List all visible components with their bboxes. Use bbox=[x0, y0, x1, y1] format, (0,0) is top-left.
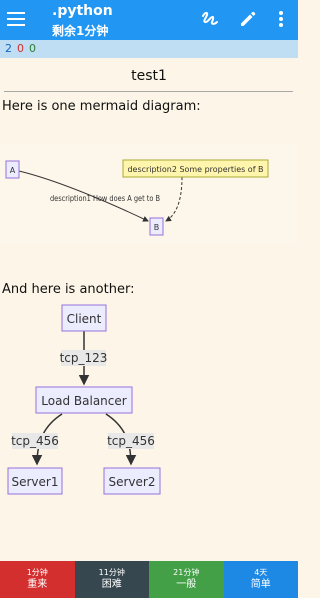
load-balancer-label: Load Balancer bbox=[41, 394, 126, 408]
app-bar: .python 剩余1分钟 bbox=[0, 0, 298, 40]
menu-icon[interactable] bbox=[7, 11, 25, 27]
network-diagram: Client tcp_123 Load Balancer tcp_456 tcp… bbox=[0, 300, 298, 500]
again-label: 重来 bbox=[27, 579, 48, 590]
edge-label-top: tcp_123 bbox=[60, 351, 108, 365]
good-label: 一般 bbox=[176, 579, 197, 590]
hard-button[interactable]: 11分钟 困难 bbox=[74, 561, 149, 598]
answer-bar: 1分钟 重来 11分钟 困难 21分钟 一般 4天 简单 bbox=[0, 561, 298, 598]
edge-label: description1 How does A get to B bbox=[50, 194, 160, 203]
client-label: Client bbox=[67, 312, 102, 326]
edge-label-right: tcp_456 bbox=[107, 434, 155, 448]
edge-label-left: tcp_456 bbox=[11, 434, 59, 448]
learning-count: 0 bbox=[17, 42, 24, 55]
again-interval: 1分钟 bbox=[26, 568, 48, 577]
server2-label: Server2 bbox=[109, 475, 156, 489]
intro-text: Here is one mermaid diagram: bbox=[2, 99, 201, 114]
easy-label: 简单 bbox=[250, 579, 271, 590]
easy-button[interactable]: 4天 简单 bbox=[223, 561, 298, 598]
whiteboard-icon[interactable] bbox=[200, 9, 220, 29]
sequence-diagram: A B description2 Some properties of B de… bbox=[0, 143, 298, 243]
node-a-label: A bbox=[10, 166, 16, 175]
card-counts: 200 bbox=[0, 40, 298, 58]
card-title: test1 bbox=[131, 68, 167, 84]
good-interval: 21分钟 bbox=[173, 568, 200, 577]
deck-name: .python bbox=[52, 3, 113, 19]
second-text: And here is another: bbox=[2, 282, 135, 297]
good-button[interactable]: 21分钟 一般 bbox=[149, 561, 224, 598]
note-label: description2 Some properties of B bbox=[128, 165, 264, 174]
new-count: 2 bbox=[5, 42, 12, 55]
more-vert-icon[interactable] bbox=[271, 9, 291, 29]
review-count: 0 bbox=[29, 42, 36, 55]
hard-interval: 11分钟 bbox=[98, 568, 125, 577]
hard-label: 困难 bbox=[101, 579, 122, 590]
divider bbox=[4, 91, 293, 92]
again-button[interactable]: 1分钟 重来 bbox=[0, 561, 75, 598]
node-b-label: B bbox=[154, 223, 160, 232]
server1-label: Server1 bbox=[12, 475, 59, 489]
edit-pencil-icon[interactable] bbox=[238, 9, 258, 29]
easy-interval: 4天 bbox=[254, 568, 268, 577]
time-remaining: 剩余1分钟 bbox=[52, 24, 109, 38]
